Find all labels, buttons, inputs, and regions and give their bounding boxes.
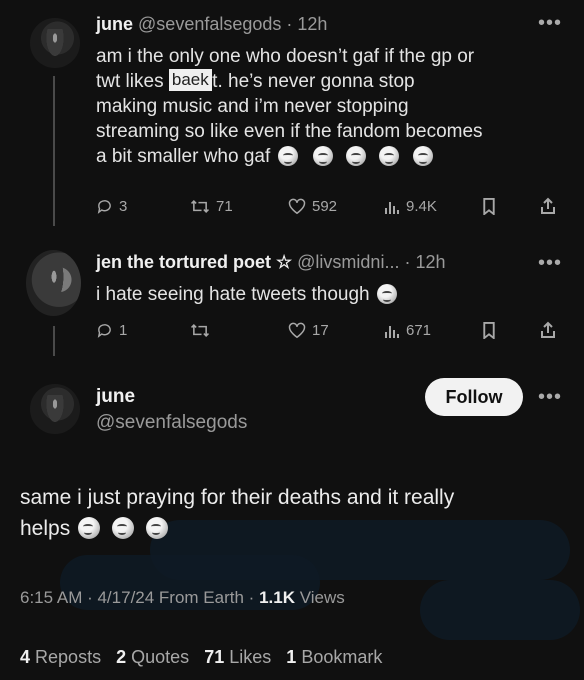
text-line: same i just praying for their deaths and…	[20, 486, 455, 509]
reply-icon	[97, 324, 111, 338]
quotes-count: 2	[116, 647, 127, 667]
repost-icon	[190, 200, 210, 213]
text-segment: twt likes	[96, 71, 164, 92]
quotes-label: Quotes	[131, 647, 190, 667]
reply-count: 1	[119, 322, 128, 339]
bookmark-button[interactable]	[482, 198, 496, 215]
author-handle[interactable]: @sevenfalsegods	[138, 14, 281, 34]
crying-face-icon	[379, 146, 400, 166]
bookmarks-count: 1	[286, 647, 297, 667]
bookmarks-label: Bookmark	[301, 647, 383, 667]
views-count: 1.1K	[259, 588, 295, 607]
reposts-stat[interactable]: 4 Reposts	[20, 647, 101, 667]
text-segment: a bit smaller who gaf	[96, 146, 271, 167]
crying-face-icon	[78, 517, 101, 539]
avatar[interactable]	[26, 250, 81, 316]
bookmark-icon	[483, 322, 495, 339]
tweet-header: june @sevenfalsegods · 12h	[96, 14, 327, 35]
bookmark-button[interactable]	[482, 322, 496, 339]
author-name[interactable]: jen the tortured poet ☆	[96, 252, 292, 272]
text-segment: helps	[20, 517, 71, 540]
sad-face-icon	[376, 284, 397, 304]
reply-button[interactable]: 3	[96, 198, 127, 215]
reposts-label: Reposts	[35, 647, 102, 667]
thread-line	[53, 326, 55, 356]
like-button[interactable]: 592	[288, 198, 337, 215]
crying-face-icon	[412, 146, 433, 166]
avatar[interactable]	[30, 384, 80, 434]
text-line: a bit smaller who gaf	[96, 144, 566, 169]
reply-icon	[97, 200, 111, 214]
like-button[interactable]: 17	[288, 322, 329, 339]
engagement-stats: 4 Reposts 2 Quotes 71 Likes 1 Bookmark	[20, 647, 382, 668]
tweet-text: am i the only one who doesn’t gaf if the…	[96, 44, 566, 169]
text-line: am i the only one who doesn’t gaf if the…	[96, 46, 475, 67]
heart-icon	[288, 322, 306, 339]
crying-face-icon	[277, 146, 298, 166]
view-count: 671	[406, 322, 432, 339]
reply-button[interactable]: 1	[96, 322, 127, 339]
reposts-count: 4	[20, 647, 31, 667]
tweet-text: i hate seeing hate tweets though	[96, 282, 397, 307]
more-options-icon[interactable]: •••	[538, 12, 562, 35]
text-line: helps	[20, 513, 570, 544]
text-line: i hate seeing hate tweets though	[96, 284, 370, 305]
timestamp-date[interactable]: 6:15 AM · 4/17/24 From Earth ·	[20, 588, 254, 607]
author-name[interactable]: june	[96, 14, 133, 34]
author-handle[interactable]: @sevenfalsegods	[96, 412, 247, 434]
bar-chart-icon	[385, 325, 399, 338]
repost-button[interactable]	[190, 322, 216, 339]
more-options-icon[interactable]: •••	[538, 252, 562, 275]
main-tweet-text: same i just praying for their deaths and…	[20, 482, 570, 544]
views-button[interactable]: 9.4K	[384, 198, 437, 215]
crying-face-icon	[145, 517, 168, 539]
tweet-meta: 6:15 AM · 4/17/24 From Earth · 1.1K View…	[20, 588, 345, 608]
share-button[interactable]	[540, 197, 556, 215]
quotes-stat[interactable]: 2 Quotes	[116, 647, 189, 667]
view-count: 9.4K	[406, 198, 437, 215]
thread-line	[53, 76, 55, 226]
views-button[interactable]: 671	[384, 322, 431, 339]
reply-count: 3	[119, 198, 128, 215]
share-button[interactable]	[540, 321, 556, 339]
author-name[interactable]: june	[96, 386, 247, 408]
likes-count: 71	[204, 647, 225, 667]
share-icon	[541, 321, 555, 338]
text-line: streaming so like even if the fandom bec…	[96, 121, 483, 142]
bookmarks-stat[interactable]: 1 Bookmark	[286, 647, 382, 667]
avatar[interactable]	[30, 18, 80, 68]
author-block: june @sevenfalsegods	[96, 386, 247, 434]
censor-scribble	[420, 580, 580, 640]
likes-label: Likes	[229, 647, 272, 667]
bar-chart-icon	[385, 201, 399, 214]
bookmark-icon	[483, 198, 495, 215]
heart-icon	[288, 198, 306, 215]
repost-button[interactable]: 71	[190, 198, 233, 215]
views-label: Views	[299, 588, 345, 607]
like-count: 17	[312, 322, 329, 339]
author-handle[interactable]: @livsmidni...	[297, 252, 399, 272]
share-icon	[541, 197, 555, 214]
text-line: twt likes baek or not. he’s never gonna …	[96, 69, 566, 94]
repost-icon	[190, 324, 210, 337]
crying-face-icon	[111, 517, 134, 539]
text-line: making music and i’m never stopping	[96, 96, 409, 117]
timestamp[interactable]: · 12h	[404, 252, 445, 272]
likes-stat[interactable]: 71 Likes	[204, 647, 271, 667]
timestamp[interactable]: · 12h	[286, 14, 327, 34]
repost-count: 71	[216, 198, 233, 215]
overlay-sticker-text: baek	[168, 69, 212, 91]
follow-button[interactable]: Follow	[425, 378, 523, 416]
like-count: 592	[312, 198, 338, 215]
crying-face-icon	[346, 146, 367, 166]
more-options-icon[interactable]: •••	[538, 386, 562, 409]
crying-face-icon	[312, 146, 333, 166]
tweet-header: jen the tortured poet ☆ @livsmidni... · …	[96, 252, 446, 273]
